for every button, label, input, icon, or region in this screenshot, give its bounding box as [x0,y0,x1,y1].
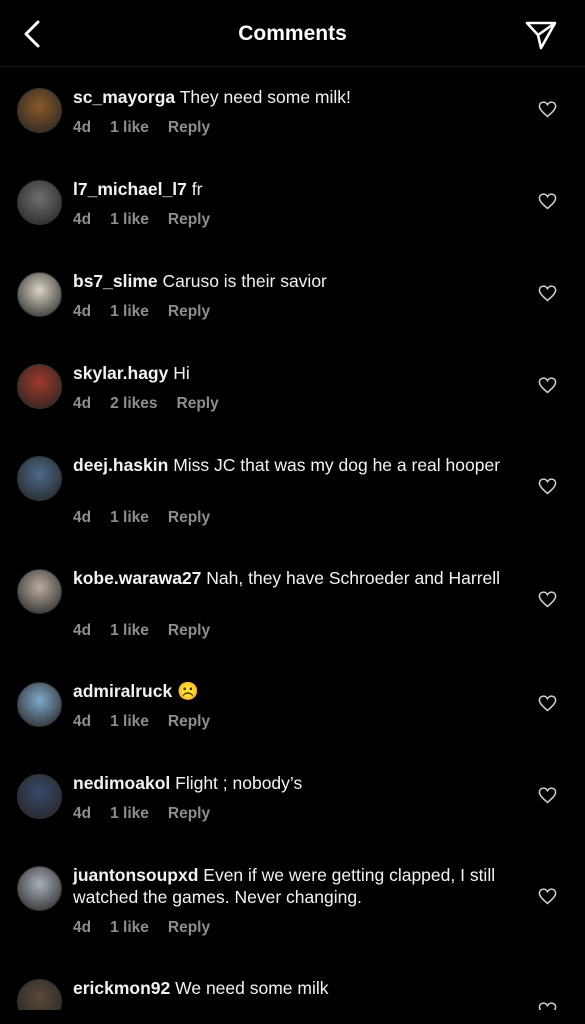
like-count[interactable]: 1 like [110,805,149,822]
comment-meta: 4d 2 likes Reply [73,395,238,413]
comment-username[interactable]: sc_mayorga [73,87,175,107]
heart-icon[interactable] [538,101,557,118]
comment-meta: 4d 1 like Reply [73,211,229,229]
comment-username[interactable]: admiralruck [73,681,172,701]
comment-text: admiralruck ☹️ [73,680,513,702]
heart-icon[interactable] [538,695,557,712]
bottom-edge [0,1010,585,1024]
comment-text: l7_michael_l7 fr [73,178,513,200]
comment-text: erickmon92 We need some milk [73,977,513,999]
comment-username[interactable]: deej.haskin [73,455,168,475]
heart-icon[interactable] [538,478,557,495]
avatar[interactable] [17,272,62,317]
like-count[interactable]: 1 like [110,509,149,526]
comment-meta: 4d 1 like Reply [73,713,229,731]
comment-username[interactable]: l7_michael_l7 [73,179,187,199]
comment-age: 4d [73,303,92,320]
comment-username[interactable]: nedimoakol [73,773,170,793]
comment-age: 4d [73,713,92,730]
like-count[interactable]: 1 like [110,919,149,936]
comments-header: Comments [0,0,585,67]
heart-icon[interactable] [538,193,557,210]
like-count[interactable]: 1 like [110,211,149,228]
avatar[interactable] [17,569,62,614]
comment-text: nedimoakol Flight ; nobody’s [73,772,513,794]
heart-icon[interactable] [538,377,557,394]
reply-button[interactable]: Reply [168,622,210,639]
comment-meta: 4d 1 like Reply [73,622,229,640]
like-count[interactable]: 1 like [110,622,149,639]
avatar[interactable] [17,180,62,225]
page-title: Comments [238,22,347,45]
comment-age: 4d [73,919,92,936]
comment-body: ☹️ [177,681,199,701]
comment-username[interactable]: erickmon92 [73,978,170,998]
comment-text: sc_mayorga They need some milk! [73,86,513,108]
heart-icon[interactable] [538,591,557,608]
like-count[interactable]: 1 like [110,713,149,730]
like-count[interactable]: 1 like [110,303,149,320]
like-count[interactable]: 2 likes [110,395,157,412]
comment-age: 4d [73,119,92,136]
comment-text: juantonsoupxd Even if we were getting cl… [73,864,513,908]
comment-username[interactable]: kobe.warawa27 [73,568,201,588]
reply-button[interactable]: Reply [168,805,210,822]
comment-body: They need some milk! [179,87,351,107]
comment-body: Hi [173,363,190,383]
comment-meta: 4d 1 like Reply [73,805,229,823]
comment-body: Nah, they have Schroeder and Harrell [206,568,501,588]
comment-meta: 4d 1 like Reply [73,509,229,527]
comment-body: We need some milk [175,978,329,998]
heart-icon[interactable] [538,888,557,905]
comment-body: Flight ; nobody’s [175,773,303,793]
comment-body: fr [191,179,203,199]
like-count[interactable]: 1 like [110,119,149,136]
reply-button[interactable]: Reply [168,919,210,936]
comment-text: deej.haskin Miss JC that was my dog he a… [73,454,513,476]
comment-meta: 4d 1 like Reply [73,119,229,137]
heart-icon[interactable] [538,787,557,804]
reply-button[interactable]: Reply [168,303,210,320]
avatar[interactable] [17,774,62,819]
avatar[interactable] [17,866,62,911]
avatar[interactable] [17,456,62,501]
comment-meta: 4d 1 like Reply [73,919,229,937]
comment-text: skylar.hagy Hi [73,362,513,384]
comment-text: bs7_slime Caruso is their savior [73,270,513,292]
avatar[interactable] [17,88,62,133]
avatar[interactable] [17,682,62,727]
reply-button[interactable]: Reply [177,395,219,412]
comment-age: 4d [73,395,92,412]
paper-plane-icon[interactable] [524,18,558,52]
comment-age: 4d [73,622,92,639]
reply-button[interactable]: Reply [168,713,210,730]
comment-body: Miss JC that was my dog he a real hooper [173,455,501,475]
reply-button[interactable]: Reply [168,211,210,228]
comment-body: Caruso is their savior [162,271,327,291]
reply-button[interactable]: Reply [168,119,210,136]
comment-text: kobe.warawa27 Nah, they have Schroeder a… [73,567,513,589]
comment-username[interactable]: skylar.hagy [73,363,168,383]
comment-username[interactable]: juantonsoupxd [73,865,198,885]
comment-age: 4d [73,805,92,822]
heart-icon[interactable] [538,285,557,302]
reply-button[interactable]: Reply [168,509,210,526]
comment-username[interactable]: bs7_slime [73,271,158,291]
comment-age: 4d [73,509,92,526]
comment-meta: 4d 1 like Reply [73,303,229,321]
avatar[interactable] [17,364,62,409]
comment-age: 4d [73,211,92,228]
